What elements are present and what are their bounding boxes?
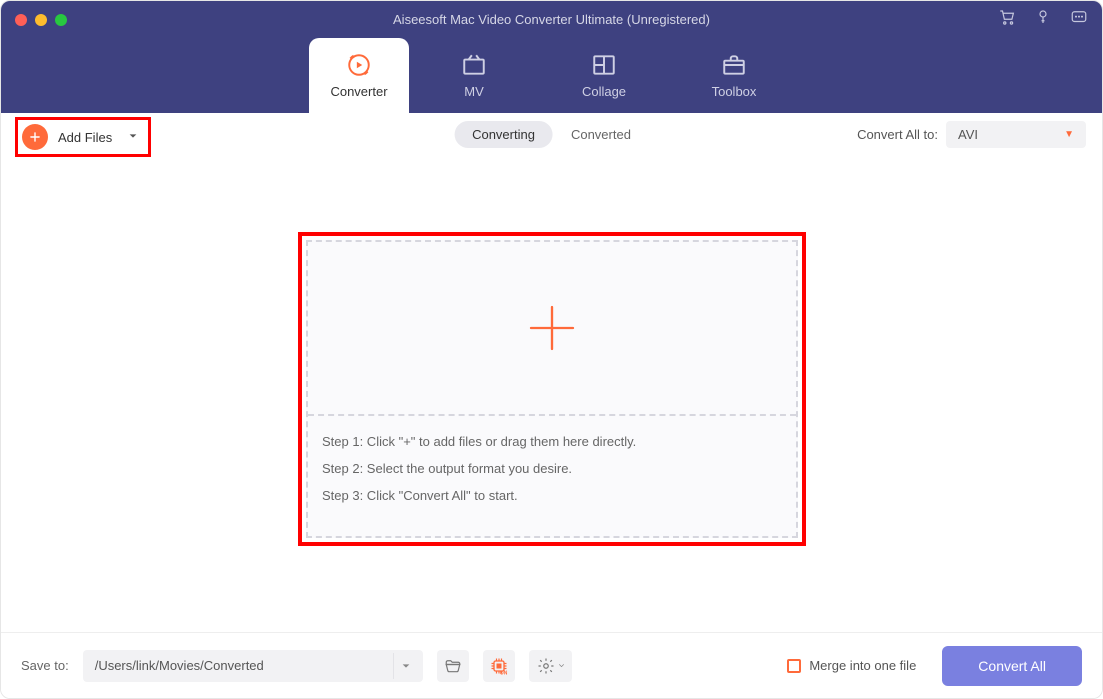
titlebar: Aiseesoft Mac Video Converter Ultimate (…: [1, 1, 1102, 38]
feedback-icon[interactable]: [1070, 8, 1088, 31]
footer: Save to: /Users/link/Movies/Converted ON…: [1, 632, 1102, 698]
plus-large-icon: [524, 300, 580, 356]
gpu-accel-button[interactable]: ON: [483, 650, 515, 682]
seg-converted[interactable]: Converted: [553, 121, 649, 148]
chip-icon: ON: [489, 656, 509, 676]
tab-toolbox[interactable]: Toolbox: [669, 38, 799, 113]
tab-mv[interactable]: MV: [409, 38, 539, 113]
tab-collage[interactable]: Collage: [539, 38, 669, 113]
toolbar: Add Files Converting Converted Convert A…: [1, 113, 1102, 157]
close-window-button[interactable]: [15, 14, 27, 26]
add-files-button[interactable]: Add Files: [15, 117, 151, 157]
tab-label: Toolbox: [712, 84, 757, 99]
format-value: AVI: [958, 127, 978, 142]
merge-label: Merge into one file: [809, 658, 916, 673]
triangle-down-icon: ▼: [1064, 129, 1074, 140]
dropzone[interactable]: Step 1: Click "+" to add files or drag t…: [306, 240, 798, 538]
status-segmented-control: Converting Converted: [454, 121, 649, 148]
content-area: Step 1: Click "+" to add files or drag t…: [1, 157, 1102, 633]
add-files-label: Add Files: [58, 130, 112, 145]
plus-icon: [22, 124, 48, 150]
chevron-down-icon: [393, 653, 419, 679]
output-format-select[interactable]: AVI ▼: [946, 121, 1086, 148]
convert-all-to-label: Convert All to:: [857, 127, 938, 142]
save-path-select[interactable]: /Users/link/Movies/Converted: [83, 650, 423, 682]
chevron-down-icon: [557, 661, 566, 670]
main-tabs: Converter MV Collage Toolbox: [1, 38, 1102, 113]
save-to-label: Save to:: [21, 658, 69, 673]
window-title: Aiseesoft Mac Video Converter Ultimate (…: [1, 12, 1102, 27]
convert-all-label: Convert All: [978, 658, 1046, 674]
checkbox-icon: [787, 659, 801, 673]
save-path-value: /Users/link/Movies/Converted: [95, 658, 264, 673]
settings-button[interactable]: [529, 650, 572, 682]
merge-checkbox-group[interactable]: Merge into one file: [787, 658, 916, 673]
svg-text:ON: ON: [500, 670, 508, 676]
app-window: Aiseesoft Mac Video Converter Ultimate (…: [0, 0, 1103, 699]
open-folder-button[interactable]: [437, 650, 469, 682]
folder-icon: [444, 657, 462, 675]
tab-converter[interactable]: Converter: [309, 38, 409, 113]
dropzone-steps: Step 1: Click "+" to add files or drag t…: [308, 416, 796, 521]
key-icon[interactable]: [1034, 8, 1052, 31]
titlebar-actions: [998, 8, 1088, 31]
step-2-text: Step 2: Select the output format you des…: [322, 461, 782, 476]
chevron-down-icon[interactable]: [128, 128, 138, 146]
minimize-window-button[interactable]: [35, 14, 47, 26]
cart-icon[interactable]: [998, 8, 1016, 31]
step-3-text: Step 3: Click "Convert All" to start.: [322, 488, 782, 503]
gear-icon: [537, 657, 555, 675]
seg-converting[interactable]: Converting: [454, 121, 553, 148]
tab-label: Converter: [330, 84, 387, 99]
step-1-text: Step 1: Click "+" to add files or drag t…: [322, 434, 782, 449]
maximize-window-button[interactable]: [55, 14, 67, 26]
tab-label: Collage: [582, 84, 626, 99]
dropzone-highlight: Step 1: Click "+" to add files or drag t…: [298, 232, 806, 546]
convert-all-button[interactable]: Convert All: [942, 646, 1082, 686]
traffic-lights: [15, 14, 67, 26]
convert-all-to-group: Convert All to: AVI ▼: [857, 121, 1086, 148]
tab-label: MV: [464, 84, 484, 99]
dropzone-add-area[interactable]: [308, 242, 796, 414]
